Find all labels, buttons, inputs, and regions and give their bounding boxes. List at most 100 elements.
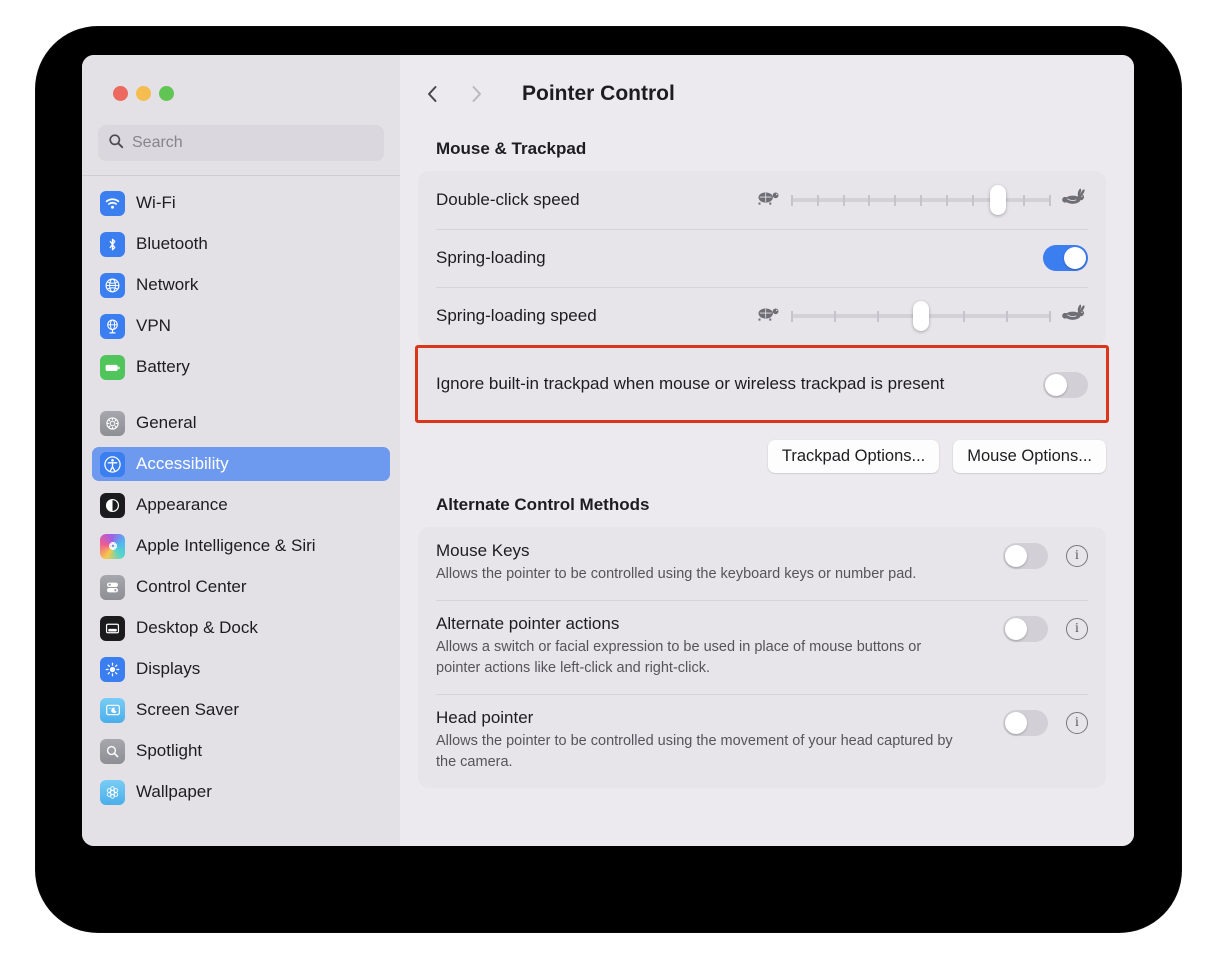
toggle-knob [1005, 712, 1027, 735]
ignore-trackpad-control [1043, 370, 1088, 398]
slider-tick [868, 195, 871, 206]
sidebar-item-label: General [136, 413, 197, 432]
sidebar-item-appearance[interactable]: Appearance [92, 488, 390, 522]
head-pointer-control: i [1003, 708, 1088, 737]
slider-tick [791, 195, 793, 206]
slider-tick [877, 311, 879, 322]
slider-tick [816, 195, 819, 206]
slider-tick [945, 195, 948, 206]
sidebar-item-general[interactable]: General [92, 406, 390, 440]
close-button[interactable] [113, 86, 128, 101]
sidebar-item-battery[interactable]: Battery [92, 350, 390, 384]
alternate-control-card: Mouse Keys Allows the pointer to be cont… [418, 527, 1106, 789]
content-header: Pointer Control [418, 55, 1106, 133]
info-icon[interactable]: i [1066, 618, 1088, 641]
sidebar-item-label: Displays [136, 659, 201, 678]
head-pointer-toggle[interactable] [1003, 710, 1048, 737]
row-head-pointer: Head pointer Allows the pointer to be co… [418, 694, 1106, 788]
slider-tick [894, 195, 897, 206]
slider-tick [1006, 311, 1008, 322]
search-input[interactable]: Search [98, 125, 384, 161]
row-mouse-keys: Mouse Keys Allows the pointer to be cont… [418, 527, 1106, 600]
mouse-keys-control: i [1003, 541, 1088, 569]
slider-tick [963, 311, 965, 322]
slider-thumb[interactable] [990, 185, 1007, 215]
section-title-mouse-trackpad: Mouse & Trackpad [436, 139, 587, 158]
sidebar-item-spotlight[interactable]: Spotlight [92, 734, 390, 768]
sidebar-item-label: Screen Saver [136, 700, 239, 719]
mouse-trackpad-card: Double-click speed Spring-loading Spring… [418, 171, 1106, 345]
search-placeholder-text: Search [132, 134, 183, 151]
battery-icon [100, 354, 125, 380]
spring-loading-label: Spring-loading [436, 248, 546, 267]
options-button-row: Trackpad Options... Mouse Options... [418, 423, 1106, 473]
sidebar-item-label: Network [136, 275, 199, 294]
sidebar-item-label: Wi-Fi [136, 193, 176, 212]
sidebar-item-desktop-dock[interactable]: Desktop & Dock [92, 611, 390, 645]
desktop-dock-icon [100, 615, 125, 641]
mouse-keys-description: Allows the pointer to be controlled usin… [436, 566, 917, 582]
screen-saver-icon [100, 697, 125, 723]
double-click-speed-control [728, 185, 1088, 215]
alternate-pointer-actions-toggle[interactable] [1003, 616, 1048, 643]
sidebar: Search Wi-Fi Bluetooth Network VPN Batte… [82, 55, 400, 846]
info-icon[interactable]: i [1066, 545, 1088, 567]
slider-tick [920, 195, 922, 206]
row-double-click-speed: Double-click speed [418, 171, 1106, 229]
chevron-right-icon[interactable] [466, 84, 486, 104]
vpn-icon [100, 313, 125, 339]
control-center-icon [100, 574, 125, 600]
spring-loading-speed-label: Spring-loading speed [436, 306, 597, 325]
toggle-knob [1005, 545, 1027, 567]
double-click-speed-slider[interactable] [791, 185, 1051, 215]
head-pointer-text: Head pointer Allows the pointer to be co… [436, 708, 1003, 773]
sidebar-item-apple-intelligence-siri[interactable]: Apple Intelligence & Siri [92, 529, 390, 563]
sidebar-item-label: Apple Intelligence & Siri [136, 536, 316, 555]
spring-loading-toggle[interactable] [1043, 245, 1088, 271]
toggle-knob [1064, 247, 1086, 269]
wallpaper-icon [100, 779, 125, 805]
slider-tick [791, 311, 793, 322]
section-title-alternate-control: Alternate Control Methods [436, 495, 650, 514]
ignore-trackpad-label: Ignore built-in trackpad when mouse or w… [436, 373, 945, 393]
sidebar-item-screen-saver[interactable]: Screen Saver [92, 693, 390, 727]
bluetooth-icon [100, 231, 125, 257]
chevron-left-icon[interactable] [422, 84, 442, 104]
sidebar-item-label: Appearance [136, 495, 228, 514]
ignore-trackpad-highlight: Ignore built-in trackpad when mouse or w… [415, 345, 1109, 423]
minimize-button[interactable] [136, 86, 151, 101]
mouse-keys-text: Mouse Keys Allows the pointer to be cont… [436, 541, 1003, 585]
sidebar-item-accessibility[interactable]: Accessibility [92, 447, 390, 481]
slider-tick [1023, 195, 1026, 206]
info-icon[interactable]: i [1066, 712, 1088, 735]
mouse-keys-toggle[interactable] [1003, 543, 1048, 569]
sidebar-item-wallpaper[interactable]: Wallpaper [92, 775, 390, 809]
spring-loading-speed-control [728, 301, 1088, 331]
sidebar-item-label: VPN [136, 316, 171, 335]
trackpad-options-button[interactable]: Trackpad Options... [767, 440, 940, 473]
sidebar-item-wi-fi[interactable]: Wi-Fi [92, 186, 390, 220]
mouse-options-button[interactable]: Mouse Options... [953, 440, 1106, 473]
slider-thumb[interactable] [913, 301, 929, 331]
sidebar-item-network[interactable]: Network [92, 268, 390, 302]
page-title: Pointer Control [522, 82, 675, 105]
spotlight-icon [100, 738, 125, 764]
sidebar-item-bluetooth[interactable]: Bluetooth [92, 227, 390, 261]
siri-icon [100, 533, 125, 559]
sidebar-item-vpn[interactable]: VPN [92, 309, 390, 343]
mouse-keys-label: Mouse Keys [436, 541, 530, 560]
ignore-trackpad-toggle[interactable] [1043, 372, 1088, 398]
sidebar-item-displays[interactable]: Displays [92, 652, 390, 686]
search-icon [108, 133, 124, 154]
slider-tick [834, 311, 836, 322]
head-pointer-label: Head pointer [436, 708, 534, 728]
zoom-button[interactable] [159, 86, 174, 101]
sidebar-item-control-center[interactable]: Control Center [92, 570, 390, 604]
sidebar-item-label: Bluetooth [136, 234, 208, 253]
alternate-pointer-actions-control: i [1003, 614, 1088, 643]
alternate-pointer-actions-text: Alternate pointer actions Allows a switc… [436, 614, 1003, 679]
spring-loading-speed-slider[interactable] [791, 301, 1051, 331]
alternate-pointer-actions-label: Alternate pointer actions [436, 614, 620, 634]
turtle-icon [754, 189, 781, 211]
